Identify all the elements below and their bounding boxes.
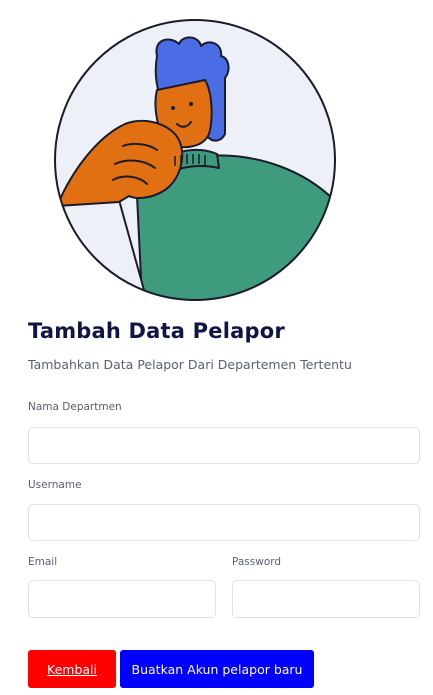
password-label: Password <box>232 556 282 568</box>
back-button[interactable]: Kembali <box>28 650 116 688</box>
username-input[interactable] <box>28 504 420 541</box>
email-label: Email <box>28 556 58 568</box>
page-title: Tambah Data Pelapor <box>28 319 285 343</box>
email-input[interactable] <box>28 580 216 618</box>
departemen-label: Nama Departmen <box>28 401 122 413</box>
departemen-input[interactable] <box>28 427 420 464</box>
create-account-button[interactable]: Buatkan Akun pelapor baru <box>120 650 314 688</box>
password-input[interactable] <box>232 580 420 618</box>
person-illustration <box>54 19 336 301</box>
page-subtitle: Tambahkan Data Pelapor Dari Departemen T… <box>28 357 352 372</box>
username-label: Username <box>28 479 82 491</box>
